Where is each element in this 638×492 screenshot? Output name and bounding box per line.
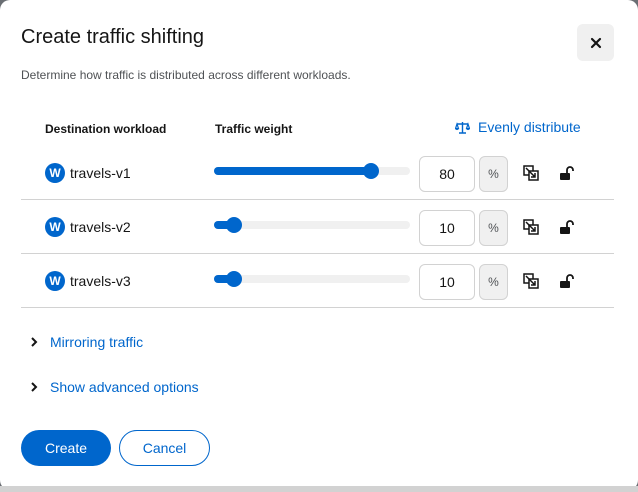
modal-description: Determine how traffic is distributed acr… [21,68,351,82]
traffic-shifting-modal: Create traffic shifting Determine how tr… [0,0,638,490]
create-button[interactable]: Create [21,430,111,466]
table-row: W travels-v1 80 % [21,146,614,200]
table-row: W travels-v3 10 % [21,254,614,308]
lock-button[interactable] [557,163,577,183]
column-header-destination: Destination workload [45,122,167,136]
weight-slider[interactable] [214,163,410,179]
chevron-right-icon [31,382,38,392]
unlock-icon [560,166,574,180]
percent-unit: % [479,264,508,300]
link-weights-button[interactable] [521,163,541,183]
weight-slider[interactable] [214,217,410,233]
cancel-button[interactable]: Cancel [119,430,210,466]
link-weights-icon [523,219,539,235]
slider-thumb[interactable] [225,271,242,287]
workload-name: travels-v3 [70,273,131,289]
close-icon [590,37,601,48]
advanced-options-toggle[interactable]: Show advanced options [30,379,199,395]
unlock-icon [560,274,574,288]
slider-thumb[interactable] [225,217,242,233]
slider-thumb[interactable] [362,163,379,179]
slider-fill [214,167,371,175]
mirroring-traffic-toggle[interactable]: Mirroring traffic [30,334,143,350]
workload-badge: W [45,217,65,237]
weight-input[interactable]: 10 [419,264,475,300]
link-weights-button[interactable] [521,217,541,237]
workload-badge: W [45,163,65,183]
link-weights-icon [523,165,539,181]
percent-unit: % [479,210,508,246]
workload-badge: W [45,271,65,291]
advanced-options-label: Show advanced options [50,379,199,395]
link-weights-icon [523,273,539,289]
weight-slider[interactable] [214,271,410,287]
workload-name: travels-v2 [70,219,131,235]
mirroring-traffic-label: Mirroring traffic [50,334,144,350]
column-header-weight: Traffic weight [215,122,293,136]
backdrop [0,486,638,492]
unlock-icon [560,220,574,234]
close-button[interactable] [577,24,614,61]
balance-scale-icon [455,121,470,134]
lock-button[interactable] [557,217,577,237]
workload-name: travels-v1 [70,165,131,181]
weight-input[interactable]: 10 [419,210,475,246]
evenly-distribute-label: Evenly distribute [478,119,581,135]
modal-title: Create traffic shifting [21,26,205,48]
table-row: W travels-v2 10 % [21,200,614,254]
chevron-right-icon [31,337,38,347]
weight-input[interactable]: 80 [419,156,475,192]
evenly-distribute-button[interactable]: Evenly distribute [455,119,581,135]
link-weights-button[interactable] [521,271,541,291]
percent-unit: % [479,156,508,192]
lock-button[interactable] [557,271,577,291]
